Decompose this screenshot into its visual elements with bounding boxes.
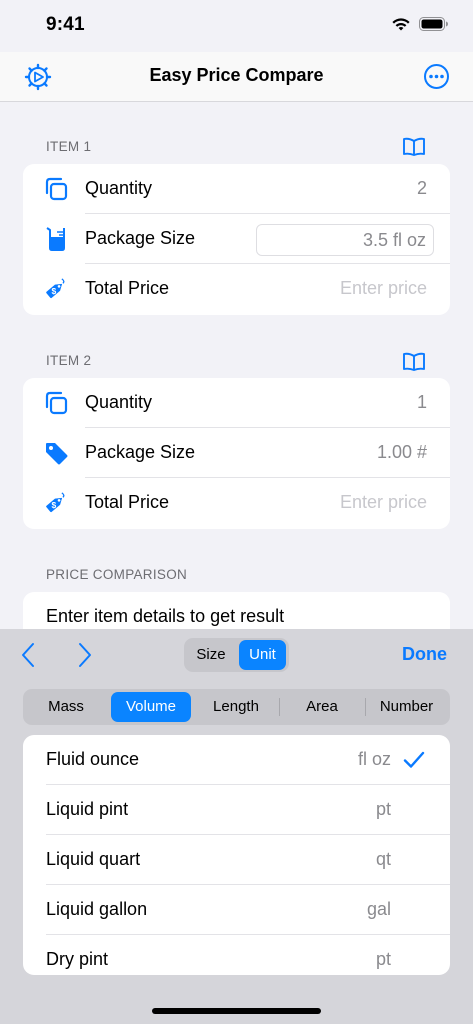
tab-mass[interactable]: Mass [26, 692, 106, 722]
battery-icon [419, 16, 449, 37]
unit-name: Liquid quart [46, 849, 141, 869]
comparison-result: Enter item details to get result [46, 606, 285, 626]
unit-row-liquid-gallon[interactable]: Liquid gallon gal [23, 885, 450, 935]
item2-header: ITEM 2 [46, 353, 92, 368]
more-options-icon[interactable] [423, 63, 450, 90]
unit-row-liquid-pint[interactable]: Liquid pint pt [23, 785, 450, 835]
tab-volume[interactable]: Volume [111, 692, 191, 722]
comparison-header: PRICE COMPARISON [46, 567, 188, 582]
divider [279, 698, 280, 716]
tab-number[interactable]: Number [366, 692, 447, 722]
unit-name: Dry pint [46, 949, 109, 969]
item1-quantity-row[interactable]: Quantity 2 [23, 164, 450, 214]
home-indicator [152, 1008, 321, 1014]
status-time: 9:41 [46, 14, 85, 35]
unit-row-dry-pint[interactable]: Dry pint pt [23, 935, 450, 975]
wifi-icon [391, 16, 411, 37]
unit-type-segmented-control: Mass Volume Length Area Number [23, 689, 450, 725]
page-title: Easy Price Compare [149, 65, 324, 85]
unit-abbr: pt [375, 799, 391, 819]
item1-package-row[interactable]: Package Size 3.5 fl oz [23, 214, 450, 264]
total-price-label: Total Price [85, 492, 170, 512]
quantity-icon [43, 390, 69, 416]
unit-abbr: pt [375, 949, 391, 969]
item2-book-icon[interactable] [402, 352, 426, 372]
package-size-label: Package Size [85, 228, 196, 248]
svg-text:$: $ [52, 500, 57, 510]
navigation-bar: Easy Price Compare [0, 52, 473, 102]
package-size-label: Package Size [85, 442, 196, 462]
chevron-right-icon[interactable] [77, 642, 93, 673]
package-size-value[interactable]: 1.00 # [377, 442, 427, 463]
unit-name: Liquid pint [46, 799, 129, 819]
done-button[interactable]: Done [402, 644, 447, 665]
item2-price-row[interactable]: $ Total Price Enter price [23, 478, 450, 528]
quantity-value[interactable]: 1 [417, 392, 427, 413]
unit-picker-keyboard: Size Unit Done Mass Volume Length Area N… [0, 629, 473, 1024]
unit-row-fluid-ounce[interactable]: Fluid ounce fl oz [23, 735, 450, 785]
unit-name: Liquid gallon [46, 899, 148, 919]
chevron-left-icon[interactable] [20, 642, 36, 673]
tag-icon [43, 440, 69, 466]
tab-area[interactable]: Area [281, 692, 363, 722]
unit-abbr: gal [366, 899, 391, 919]
unit-row-liquid-quart[interactable]: Liquid quart qt [23, 835, 450, 885]
item1-book-icon[interactable] [402, 137, 426, 157]
total-price-label: Total Price [85, 278, 170, 298]
segment-unit[interactable]: Unit [239, 640, 286, 670]
price-tag-dollar-icon: $ [43, 490, 69, 516]
item1-card: Quantity 2 Package Size 3.5 fl oz $ Tota… [23, 164, 450, 315]
unit-abbr: fl oz [357, 749, 391, 769]
size-unit-segmented-control: Size Unit [184, 638, 289, 672]
price-tag-dollar-icon: $ [43, 276, 69, 302]
checkmark-icon [403, 751, 425, 774]
package-size-field[interactable]: 3.5 fl oz [256, 224, 434, 256]
item2-package-row[interactable]: Package Size 1.00 # [23, 428, 450, 478]
unit-name: Fluid ounce [46, 749, 140, 769]
quantity-value[interactable]: 2 [417, 178, 427, 199]
segment-size[interactable]: Size [187, 640, 235, 670]
item1-header: ITEM 1 [46, 139, 92, 154]
item2-card: Quantity 1 Package Size 1.00 # $ Total P… [23, 378, 450, 529]
quantity-label: Quantity [85, 392, 153, 412]
beaker-icon [43, 226, 69, 252]
status-bar: 9:41 [0, 0, 473, 52]
total-price-input[interactable]: Enter price [340, 492, 427, 513]
quantity-icon [43, 176, 69, 202]
quantity-label: Quantity [85, 178, 153, 198]
item1-price-row[interactable]: $ Total Price Enter price [23, 264, 450, 314]
unit-abbr: qt [375, 849, 391, 869]
svg-text:$: $ [52, 286, 57, 296]
unit-list: Fluid ounce fl oz Liquid pint pt Liquid … [23, 735, 450, 975]
total-price-input[interactable]: Enter price [340, 278, 427, 299]
tab-length[interactable]: Length [195, 692, 277, 722]
item2-quantity-row[interactable]: Quantity 1 [23, 378, 450, 428]
